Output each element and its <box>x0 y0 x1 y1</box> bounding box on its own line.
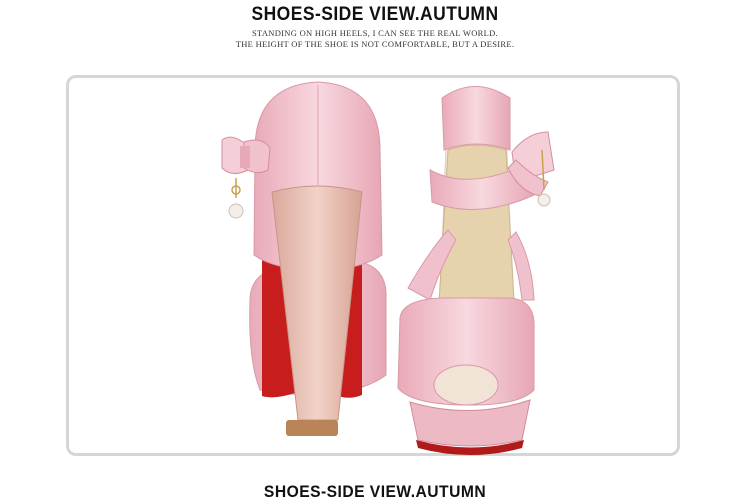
left-shoe-back-view <box>221 81 387 436</box>
shoe-illustration <box>221 81 555 455</box>
pearl-charm-icon <box>228 178 244 219</box>
footer-title: SHOES-SIDE VIEW.AUTUMN <box>263 482 487 501</box>
right-shoe-front-view <box>397 86 555 455</box>
peep-toe-opening <box>433 364 499 406</box>
heel-tip <box>286 420 338 436</box>
bow-icon <box>221 136 271 174</box>
